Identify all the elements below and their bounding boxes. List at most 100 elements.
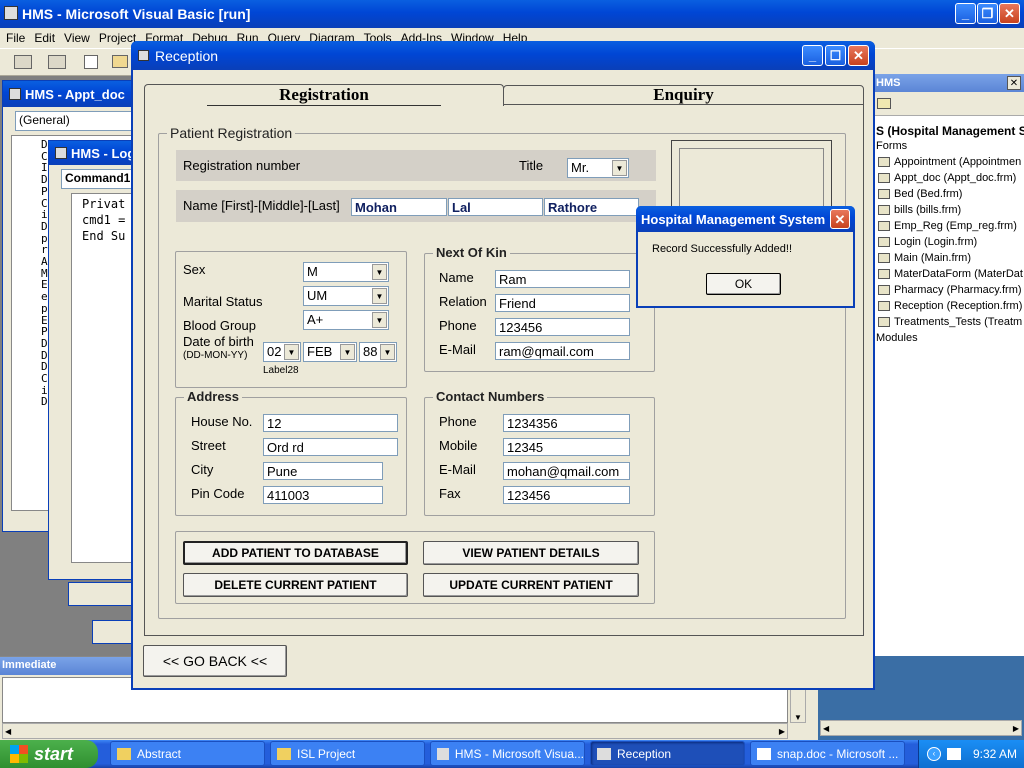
vb-app-icon	[4, 6, 18, 20]
chevron-down-icon: ▼	[612, 160, 627, 176]
dialog-close-button[interactable]: ✕	[830, 209, 850, 229]
taskbar-item-isl-project[interactable]: ISL Project	[270, 741, 425, 766]
clock[interactable]: 9:32 AM	[973, 747, 1017, 761]
taskbar-item-reception[interactable]: Reception	[590, 741, 745, 766]
title-combo[interactable]: Mr. ▼	[567, 158, 629, 178]
windows-logo-icon	[10, 745, 28, 763]
menu-view[interactable]: View	[64, 31, 90, 45]
middle-name-input[interactable]: Lal	[448, 198, 543, 216]
menu-editor-icon[interactable]	[84, 55, 98, 69]
modules-folder[interactable]: Modules	[876, 332, 918, 344]
menu-file[interactable]: File	[6, 31, 25, 45]
vb-close-button[interactable]: ✕	[999, 3, 1020, 24]
code-window-icon	[9, 88, 21, 100]
city-input[interactable]: Pune	[263, 462, 383, 480]
project-form-item[interactable]: Main (Main.frm)	[878, 252, 971, 264]
form-file-icon	[878, 253, 890, 264]
taskbar-item-word[interactable]: snap.doc - Microsoft ...	[750, 741, 905, 766]
pin-input[interactable]: 411003	[263, 486, 383, 504]
address-title: Address	[184, 389, 243, 404]
vb-minimize-button[interactable]: _	[955, 3, 976, 24]
delete-patient-button[interactable]: DELETE CURRENT PATIENT	[183, 573, 408, 597]
street-label: Street	[191, 438, 226, 453]
contact-phone-label: Phone	[439, 414, 477, 429]
tray-arrow-icon[interactable]: ‹	[927, 747, 941, 761]
go-back-button[interactable]: << GO BACK <<	[143, 645, 287, 677]
vb-restore-button[interactable]: ❐	[977, 3, 998, 24]
form-file-icon	[878, 157, 890, 168]
marital-status-combo[interactable]: UM ▼	[303, 286, 389, 306]
form-icon	[597, 747, 611, 760]
project-form-item[interactable]: Login (Login.frm)	[878, 236, 977, 248]
kin-email-input[interactable]: ram@qmail.com	[495, 342, 630, 360]
reception-close-button[interactable]: ✕	[848, 45, 869, 66]
pin-label: Pin Code	[191, 486, 245, 501]
contact-fax-input[interactable]: 123456	[503, 486, 630, 504]
open-project-icon[interactable]	[112, 55, 128, 68]
house-input[interactable]: 12	[263, 414, 398, 432]
vb-title: HMS - Microsoft Visual Basic [run]	[22, 6, 251, 22]
contact-phone-input[interactable]: 1234356	[503, 414, 630, 432]
dob-year-combo[interactable]: 88 ▼	[359, 342, 397, 362]
immediate-hscroll[interactable]: ◀ ▶	[2, 723, 788, 739]
code-line: Privat	[82, 197, 126, 211]
view-patient-button[interactable]: VIEW PATIENT DETAILS	[423, 541, 639, 565]
first-name-input[interactable]: Mohan	[351, 198, 447, 216]
start-button[interactable]: start	[0, 740, 98, 768]
last-name-input[interactable]: Rathore	[544, 198, 639, 216]
sex-combo[interactable]: M ▼	[303, 262, 389, 282]
project-form-item[interactable]: Emp_Reg (Emp_reg.frm)	[878, 220, 1017, 232]
street-input[interactable]: Ord rd	[263, 438, 398, 456]
form-file-icon	[878, 237, 890, 248]
project-form-item[interactable]: Appointment (Appointmen	[878, 156, 1021, 168]
project-form-item[interactable]: bills (bills.frm)	[878, 204, 961, 216]
reception-maximize-button[interactable]: ☐	[825, 45, 846, 66]
menu-project[interactable]: Project	[99, 31, 136, 45]
form-file-icon	[878, 189, 890, 200]
chevron-down-icon: ▼	[340, 344, 355, 360]
project-form-item[interactable]: Bed (Bed.frm)	[878, 188, 962, 200]
toggle-folders-icon[interactable]	[877, 98, 891, 109]
keyboard-icon[interactable]	[947, 748, 961, 760]
house-label: House No.	[191, 414, 253, 429]
contact-title: Contact Numbers	[433, 389, 548, 404]
form-file-icon	[878, 221, 890, 232]
reception-minimize-button[interactable]: _	[802, 45, 823, 66]
taskbar-item-vb[interactable]: HMS - Microsoft Visua...	[430, 741, 585, 766]
tab-enquiry[interactable]: Enquiry	[503, 85, 864, 105]
system-tray: ‹ 9:32 AM	[918, 740, 1024, 768]
vb-title-bar: HMS - Microsoft Visual Basic [run]	[0, 0, 1024, 28]
add-project-icon[interactable]	[14, 55, 32, 69]
chevron-down-icon: ▼	[380, 344, 395, 360]
kin-name-input[interactable]: Ram	[495, 270, 630, 288]
contact-email-input[interactable]: mohan@qmail.com	[503, 462, 630, 480]
kin-relation-input[interactable]: Friend	[495, 294, 630, 312]
dob-day-combo[interactable]: 02 ▼	[263, 342, 301, 362]
appt-object-combo[interactable]: (General)	[15, 111, 141, 131]
menu-edit[interactable]: Edit	[34, 31, 55, 45]
project-form-item[interactable]: Treatments_Tests (Treatm	[878, 316, 1022, 328]
blood-group-label: Blood Group	[183, 318, 256, 333]
project-root[interactable]: S (Hospital Management S	[876, 124, 1024, 138]
project-hscroll[interactable]: ◀ ▶	[820, 720, 1022, 736]
update-patient-button[interactable]: UPDATE CURRENT PATIENT	[423, 573, 639, 597]
form-file-icon	[878, 317, 890, 328]
taskbar-item-abstract[interactable]: Abstract	[110, 741, 265, 766]
project-form-item[interactable]: Appt_doc (Appt_doc.frm)	[878, 172, 1016, 184]
log-object-combo[interactable]: Command1	[61, 169, 141, 189]
project-form-item[interactable]: Reception (Reception.frm)	[878, 300, 1022, 312]
contact-mobile-input[interactable]: 12345	[503, 438, 630, 456]
project-form-item[interactable]: Pharmacy (Pharmacy.frm)	[878, 284, 1022, 296]
add-patient-button[interactable]: ADD PATIENT TO DATABASE	[183, 541, 408, 565]
kin-phone-input[interactable]: 123456	[495, 318, 630, 336]
dialog-ok-button[interactable]: OK	[706, 273, 781, 295]
project-form-item[interactable]: MaterDataForm (MaterDat	[878, 268, 1023, 280]
blood-group-combo[interactable]: A+ ▼	[303, 310, 389, 330]
dob-month-combo[interactable]: FEB ▼	[303, 342, 357, 362]
registration-number-label: Registration number	[183, 158, 301, 173]
project-close-button[interactable]: ✕	[1007, 76, 1021, 90]
forms-folder[interactable]: Forms	[876, 140, 907, 152]
add-form-icon[interactable]	[48, 55, 66, 69]
tab-registration[interactable]: Registration	[144, 84, 504, 106]
stacked-window-1	[68, 582, 138, 606]
